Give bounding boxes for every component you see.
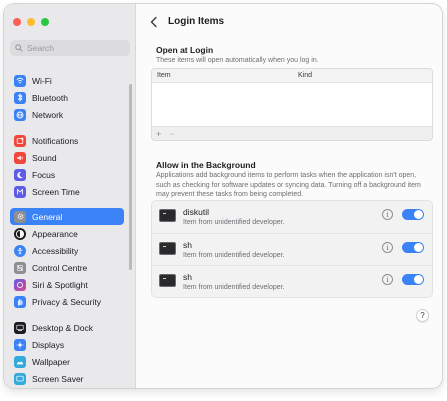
privacy-hand-icon — [14, 296, 26, 309]
sidebar-item-general[interactable]: General — [10, 208, 124, 225]
sidebar-item-accessibility[interactable]: Accessibility — [10, 242, 124, 259]
sidebar-item-displays[interactable]: Displays — [10, 336, 124, 353]
sidebar-item-label: Sound — [32, 152, 57, 163]
background-item-name: sh — [183, 272, 192, 282]
terminal-icon — [159, 274, 176, 287]
sidebar: Search Wi-Fi Bluetooth Network Notificat… — [4, 4, 136, 388]
sidebar-item-screen-saver[interactable]: Screen Saver — [10, 371, 124, 388]
screen-saver-icon — [14, 373, 26, 386]
table-footer: + − — [152, 126, 432, 140]
sidebar-item-label: Screen Time — [32, 187, 80, 198]
sidebar-item-notifications[interactable]: Notifications — [10, 132, 124, 149]
terminal-icon — [159, 242, 176, 255]
main-pane: Login Items Open at Login These items wi… — [136, 4, 442, 388]
list-item: sh Item from unidentified developer. i — [152, 265, 432, 297]
sidebar-item-appearance[interactable]: Appearance — [10, 225, 124, 242]
sidebar-item-bluetooth[interactable]: Bluetooth — [10, 89, 124, 106]
open-at-login-title: Open at Login — [156, 45, 214, 55]
desktop-dock-icon — [14, 321, 26, 334]
sidebar-group-network: Wi-Fi Bluetooth Network — [10, 72, 124, 124]
siri-icon — [14, 279, 26, 292]
list-item: diskutil Item from unidentified develope… — [152, 201, 432, 233]
sound-icon — [14, 151, 26, 164]
search-icon — [15, 44, 23, 52]
sidebar-scrollbar[interactable] — [129, 84, 132, 270]
displays-icon — [14, 338, 26, 351]
sidebar-item-label: Appearance — [32, 228, 78, 239]
allow-background-title: Allow in the Background — [156, 160, 256, 170]
info-button[interactable]: i — [382, 209, 393, 220]
sidebar-item-network[interactable]: Network — [10, 106, 124, 123]
sidebar-item-label: Wi-Fi — [32, 75, 52, 86]
wallpaper-icon — [14, 355, 26, 368]
sidebar-item-desktop-dock[interactable]: Desktop & Dock — [10, 319, 124, 336]
sidebar-group-general: General Appearance Accessibility Control… — [10, 208, 124, 311]
terminal-icon — [159, 209, 176, 222]
sidebar-item-privacy-security[interactable]: Privacy & Security — [10, 294, 124, 311]
sidebar-item-label: Privacy & Security — [32, 297, 101, 308]
add-item-button[interactable]: + — [156, 129, 161, 139]
open-at-login-subtitle: These items will open automatically when… — [156, 57, 319, 64]
sidebar-item-wallpaper[interactable]: Wallpaper — [10, 353, 124, 370]
background-item-name: diskutil — [183, 207, 209, 217]
control-centre-icon — [14, 262, 26, 275]
login-items-table[interactable]: Item Kind + − — [151, 68, 433, 141]
wifi-icon — [14, 74, 26, 87]
background-item-desc: Item from unidentified developer. — [183, 284, 285, 291]
window-controls — [13, 18, 49, 26]
close-window-button[interactable] — [13, 18, 21, 26]
network-icon — [14, 108, 26, 121]
remove-item-button[interactable]: − — [169, 129, 174, 139]
background-item-toggle[interactable] — [402, 274, 424, 285]
search-placeholder: Search — [27, 43, 54, 53]
background-item-toggle[interactable] — [402, 209, 424, 220]
accessibility-icon — [14, 244, 26, 257]
sidebar-item-label: Wallpaper — [32, 356, 70, 367]
sidebar-item-wifi[interactable]: Wi-Fi — [10, 72, 124, 89]
sidebar-item-label: General — [32, 211, 63, 222]
background-item-desc: Item from unidentified developer. — [183, 252, 285, 259]
table-header: Item Kind — [152, 69, 432, 83]
sidebar-group-notifications: Notifications Sound Focus Screen Time — [10, 132, 124, 201]
sidebar-item-label: Screen Saver — [32, 374, 84, 385]
sidebar-group-desktop: Desktop & Dock Displays Wallpaper Screen… — [10, 319, 124, 388]
screen-time-icon — [14, 186, 26, 199]
sidebar-item-focus[interactable]: Focus — [10, 166, 124, 183]
minimize-window-button[interactable] — [27, 18, 35, 26]
notifications-icon — [14, 134, 26, 147]
zoom-window-button[interactable] — [41, 18, 49, 26]
sidebar-item-control-centre[interactable]: Control Centre — [10, 260, 124, 277]
sidebar-item-label: Focus — [32, 169, 56, 180]
sidebar-item-label: Displays — [32, 339, 65, 350]
page-title: Login Items — [168, 16, 225, 27]
info-button[interactable]: i — [382, 274, 393, 285]
sidebar-item-label: Accessibility — [32, 245, 79, 256]
background-item-toggle[interactable] — [402, 242, 424, 253]
focus-icon — [14, 168, 26, 181]
background-item-desc: Item from unidentified developer. — [183, 219, 285, 226]
sidebar-item-label: Network — [32, 109, 64, 120]
bluetooth-icon — [14, 91, 26, 104]
column-header-kind[interactable]: Kind — [298, 72, 312, 79]
info-button[interactable]: i — [382, 242, 393, 253]
sidebar-item-label: Bluetooth — [32, 92, 68, 103]
background-items-list: diskutil Item from unidentified develope… — [151, 200, 433, 298]
back-chevron-icon[interactable] — [149, 16, 159, 28]
gear-icon — [14, 210, 26, 223]
sidebar-item-screen-time[interactable]: Screen Time — [10, 184, 124, 201]
search-input[interactable]: Search — [10, 40, 130, 56]
sidebar-item-label: Siri & Spotlight — [32, 280, 88, 291]
system-settings-window: Search Wi-Fi Bluetooth Network Notificat… — [4, 4, 442, 388]
sidebar-item-sound[interactable]: Sound — [10, 149, 124, 166]
sidebar-item-label: Desktop & Dock — [32, 322, 93, 333]
appearance-icon — [14, 227, 26, 240]
background-item-name: sh — [183, 240, 192, 250]
sidebar-item-siri-spotlight[interactable]: Siri & Spotlight — [10, 277, 124, 294]
sidebar-item-label: Notifications — [32, 135, 79, 146]
column-header-item[interactable]: Item — [157, 72, 171, 79]
help-button[interactable]: ? — [416, 309, 429, 322]
sidebar-item-label: Control Centre — [32, 263, 88, 274]
allow-background-subtitle: Applications add background items to per… — [156, 172, 421, 198]
list-item: sh Item from unidentified developer. i — [152, 233, 432, 265]
